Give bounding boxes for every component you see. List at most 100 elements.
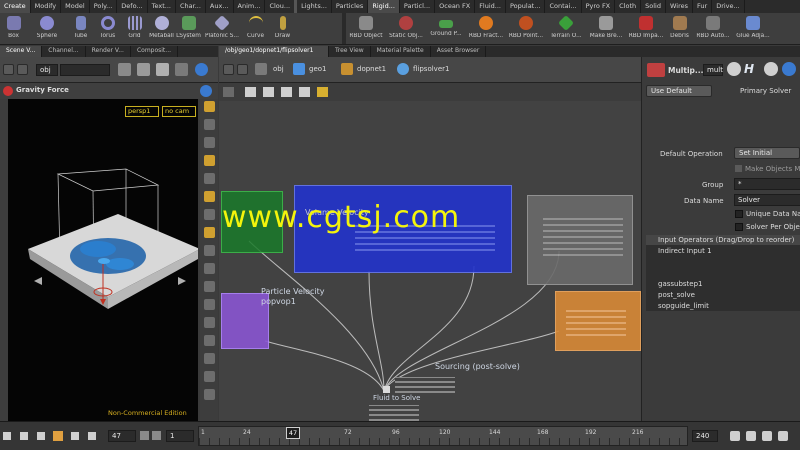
stop-icon[interactable] [53,431,63,441]
end-frame-field[interactable]: 240 [692,430,718,442]
shelf-tab-fur[interactable]: Fur [693,0,713,13]
tool-rbd-point[interactable]: RBD Point... [506,13,546,44]
shelf-tab-wires[interactable]: Wires [666,0,693,13]
back-arrow-icon[interactable] [3,64,14,75]
crumb-obj[interactable]: obj [273,65,284,73]
tool-curve[interactable]: Curve [242,13,269,44]
tab-channel[interactable]: Channel... [42,46,86,57]
tab-tree-view[interactable]: Tree View [329,46,371,57]
shelf-tab-drive[interactable]: Drive... [712,0,745,13]
default-operation-menu[interactable]: Set Initial [734,147,800,159]
shelf-tab-ocean-fx[interactable]: Ocean FX [435,0,476,13]
lights-icon[interactable] [203,353,215,364]
tool-platonic[interactable]: Platonic S... [202,13,242,44]
global-animation-icon[interactable] [746,431,756,441]
tab-scene-view[interactable]: Scene V... [0,46,43,57]
shelf-tab-poly[interactable]: Poly... [90,0,118,13]
list-view-icon[interactable] [223,87,234,97]
crumb-dopnet1[interactable]: dopnet1 [357,65,386,73]
point-display-icon[interactable] [203,263,215,274]
use-default-menu[interactable]: Use Default [646,85,712,97]
shaded-icon[interactable] [137,63,150,76]
shelf-tab-aux[interactable]: Aux... [206,0,234,13]
shelf-tab-particle-fluids[interactable]: Particl... [400,0,436,13]
shelf-tab-character[interactable]: Char... [176,0,206,13]
current-frame-field[interactable]: 47 [108,430,136,442]
shelf-tab-solid[interactable]: Solid [641,0,666,13]
param-help-icon[interactable] [782,62,796,76]
camera-icon[interactable] [203,371,215,382]
shelf-tab-container[interactable]: Contai... [545,0,582,13]
select-mode-icon[interactable] [203,101,215,112]
tool-lsystem[interactable]: LSystem [175,13,202,44]
group-field[interactable]: * [734,178,800,190]
shelf-tab-fluid[interactable]: Fluid... [475,0,506,13]
shelf-tab-particles[interactable]: Particles [332,0,369,13]
visibility-icon[interactable] [203,137,215,148]
shelf-tab-animation[interactable]: Anim... [234,0,266,13]
shelf-tab-model[interactable]: Model [61,0,90,13]
input-item[interactable]: gassubstep1 [658,280,703,288]
tool-grid[interactable]: Grid [121,13,148,44]
tab-material-palette[interactable]: Material Palette [371,46,431,57]
viewport-path-dropdown[interactable] [60,64,110,76]
node-box-gray[interactable] [527,195,633,285]
display-options-icon[interactable] [156,63,169,76]
backface-icon[interactable] [203,245,215,256]
shelf-tab-lights[interactable]: Lights... [297,0,332,13]
shelf-tab-create[interactable]: Create [0,0,31,13]
tool-ground-plane[interactable]: Ground P... [426,13,466,44]
input-item[interactable]: post_solve [658,291,695,299]
shelf-tab-modify[interactable]: Modify [31,0,62,13]
ghost-icon[interactable] [203,119,215,130]
solver-per-object-checkbox[interactable] [735,223,743,231]
start-frame-field[interactable]: 1 [166,430,194,442]
play-reverse-icon[interactable] [37,432,45,440]
tab-network-path[interactable]: /obj/geo1/dopnet1/flipsolver1 [219,46,329,57]
tool-help-icon[interactable] [200,85,212,97]
normals-icon[interactable] [203,281,215,292]
frame-options-icon[interactable] [140,431,149,440]
help-icon[interactable] [195,63,208,76]
node-box-orange[interactable] [555,291,641,351]
tab-composite[interactable]: Composit... [131,46,179,57]
snap-icon[interactable] [203,155,215,166]
back-arrow-icon[interactable] [223,64,234,75]
lighting-icon[interactable] [175,63,188,76]
step-forward-icon[interactable] [88,432,96,440]
tool-sphere[interactable]: Sphere [27,13,67,44]
step-back-icon[interactable] [20,432,28,440]
crumb-geo1[interactable]: geo1 [309,65,327,73]
network-canvas[interactable]: Volume Velocity Particle Velocity popvop… [219,101,641,421]
data-name-field[interactable]: Solver [734,194,800,206]
shelf-tab-pyro-fx[interactable]: Pyro FX [582,0,616,13]
tool-make-breakable[interactable]: Make Bre... [586,13,626,44]
tab-render-view[interactable]: Render V... [86,46,131,57]
merge-node[interactable] [383,386,390,393]
shelf-tab-rigid[interactable]: Rigid... [368,0,400,13]
box-display-icon[interactable] [118,63,131,76]
shading-icon[interactable] [203,227,215,238]
channel-icon[interactable] [762,431,772,441]
tool-static-object[interactable]: Static Obj... [386,13,426,44]
tool-terrain-object[interactable]: Terrain O... [546,13,586,44]
shelf-tab-cloth[interactable]: Cloth [615,0,642,13]
tool-metaball[interactable]: Metaball [148,13,175,44]
tool-tube[interactable]: Tube [67,13,94,44]
safe-area-icon[interactable] [203,335,215,346]
playhead[interactable]: 47 [286,427,300,439]
jump-start-icon[interactable] [3,432,11,440]
tool-debris[interactable]: Debris [666,13,693,44]
shelf-tab-populate[interactable]: Populat... [506,0,546,13]
forward-arrow-icon[interactable] [17,64,28,75]
render-icon[interactable] [203,389,215,400]
grid-snap-icon[interactable] [203,173,215,184]
crumb-flipsolver1[interactable]: flipsolver1 [413,65,449,73]
tool-glue-adjacent[interactable]: Glue Adja... [733,13,773,44]
gear-icon[interactable] [727,62,741,76]
node-name-field[interactable]: mult [703,64,723,76]
play-icon[interactable] [71,432,79,440]
input-item[interactable]: Indirect Input 1 [658,247,712,255]
input-item[interactable]: sopguide_limit [658,302,709,310]
tool-draw[interactable]: Draw [269,13,296,44]
